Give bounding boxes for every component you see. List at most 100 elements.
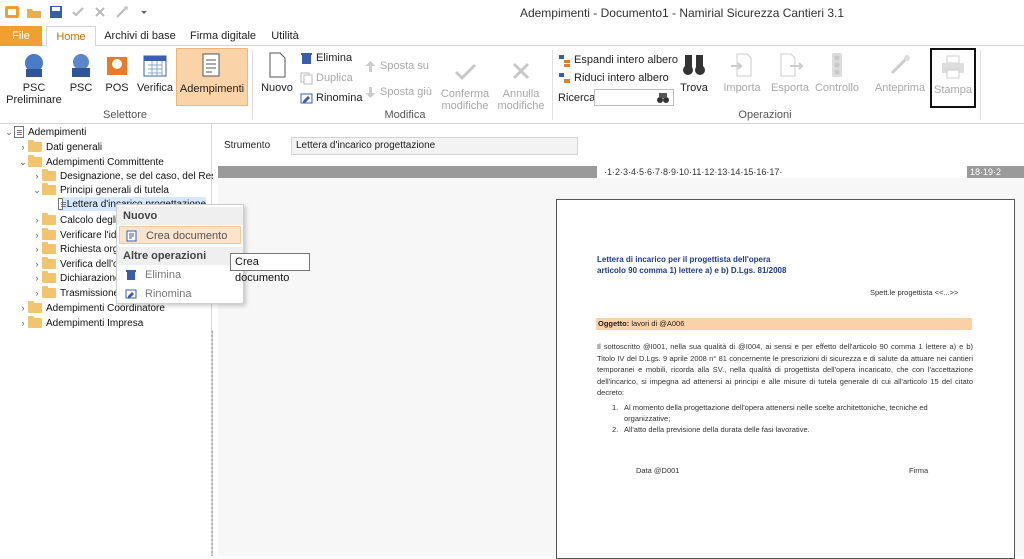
folder-icon [42,271,56,283]
chevron-right-icon[interactable]: › [32,273,42,283]
trova-button[interactable]: Trova [678,50,710,94]
stampa-button[interactable]: Stampa [930,48,976,108]
psc-preliminare-icon [19,50,49,80]
chevron-right-icon[interactable]: › [18,142,28,152]
psc-preliminare-button[interactable]: PSC Preliminare [6,50,62,106]
chevron-right-icon[interactable]: › [32,230,42,240]
strumento-label: Strumento [224,140,271,151]
calendar-icon [140,50,170,80]
tree-item-adempimenti[interactable]: ⌄ Adempimenti [4,125,86,139]
oggetto-label: Oggetto: [598,319,630,328]
sposta-su-label: Sposta su [380,60,429,72]
rinomina-button[interactable]: Rinomina [300,90,362,106]
chevron-right-icon[interactable]: › [18,303,28,313]
rinomina-label: Rinomina [316,92,363,104]
context-menu-rinomina[interactable]: Rinomina [119,285,241,303]
tree-item-calcolo[interactable]: › Calcolo degli [32,213,117,227]
elimina-button[interactable]: Elimina [300,50,352,66]
tree-item-principi-generali[interactable]: ⌄ Principi generali di tutela [32,183,169,197]
tree-label: Principi generali di tutela [60,184,169,196]
trash-icon [301,52,312,64]
arrow-up-icon [365,60,376,72]
folder-icon [42,213,56,225]
psc-button[interactable]: PSC [64,50,98,94]
doc-firma: Firma [909,466,929,475]
tab-utilita[interactable]: Utilità [268,26,302,46]
group-label-modifica: Modifica [384,109,426,121]
tree-label: Richiesta org [60,243,119,255]
duplica-button[interactable]: Duplica [300,70,353,86]
tree-label: Calcolo degli [60,214,118,226]
tab-home[interactable]: Home [46,26,96,47]
tree-item-verificare[interactable]: › Verificare l'ido [32,228,122,242]
adempimenti-button[interactable]: Adempimenti [176,48,248,106]
tree-item-verifica-dell[interactable]: › Verifica dell'o [32,257,119,271]
verifica-button[interactable]: Verifica [136,50,174,94]
espandi-albero-button[interactable]: Espandi intero albero [558,52,678,68]
chevron-right-icon[interactable]: › [32,259,42,269]
menu-item-label: Rinomina [145,288,192,300]
adempimenti-label: Adempimenti [179,83,245,95]
controllo-button[interactable]: Controllo [814,50,860,94]
binoculars-icon [679,50,709,80]
tab-archivi[interactable]: Archivi di base [104,26,176,46]
sposta-giu-button[interactable]: Sposta giù [364,84,432,100]
chevron-right-icon[interactable]: › [32,171,42,181]
ruler-ticks: ·1·2·3·4·5·6·7·8·9·10·11·12·13·14·15·16·… [604,167,783,177]
conferma-modifiche-button[interactable]: Conferma modifiche [438,56,492,112]
folder-icon [28,316,42,328]
importa-button[interactable]: Importa [720,50,764,94]
sposta-su-button[interactable]: Sposta su [364,58,429,74]
chevron-down-icon[interactable]: ⌄ [18,157,28,168]
traffic-light-icon [822,50,852,80]
folder-icon [42,228,56,240]
tree-label: Trasmissione [60,287,120,299]
tree-label: Dichiarazione [60,272,121,284]
psc-icon [66,50,96,80]
chevron-down-icon[interactable]: ⌄ [32,185,42,196]
printer-icon [938,52,968,82]
title-bar: Adempimenti - Documento1 - Namirial Sicu… [0,0,1024,26]
tree-item-adempimenti-committente[interactable]: ⌄ Adempimenti Committente [18,155,164,169]
tree-item-dichiarazione[interactable]: › Dichiarazione [32,271,121,285]
chevron-down-icon[interactable]: ⌄ [4,127,14,138]
annulla-modifiche-button[interactable]: Annulla modifiche [494,56,548,112]
chevron-right-icon[interactable]: › [32,215,42,225]
tree-item-adempimenti-impresa[interactable]: › Adempimenti Impresa [18,316,143,330]
tree-item-trasmissione[interactable]: › Trasmissione [32,286,119,300]
chevron-right-icon[interactable]: › [18,318,28,328]
chevron-right-icon[interactable]: › [32,288,42,298]
context-menu-crea-documento[interactable]: Crea documento [119,226,241,244]
tab-firma-digitale[interactable]: Firma digitale [186,26,260,46]
doc-title-line-2: articolo 90 comma 1) lettere a) e b) D.L… [597,266,787,275]
binoculars-small-icon[interactable] [656,91,670,105]
group-separator [552,50,553,120]
doc-title: Lettera di incarico per il progettista d… [597,254,786,276]
chevron-right-icon[interactable]: › [32,244,42,254]
anteprima-button[interactable]: Anteprima [874,50,926,94]
tree-label: Verifica dell'o [60,258,119,270]
doc-paragraph: Il sottoscritto @I001, nella sua qualità… [597,342,973,397]
tree-item-dati-generali[interactable]: › Dati generali [18,140,102,154]
pos-button[interactable]: POS [100,50,134,94]
pos-icon [102,50,132,80]
riduci-albero-button[interactable]: Riduci intero albero [558,70,669,86]
tree-item-designazione[interactable]: › Designazione, se del caso, del Respor [32,169,231,183]
window-title: Adempimenti - Documento1 - Namirial Sicu… [519,6,845,20]
folder-icon [42,286,56,298]
pos-label: POS [105,82,129,94]
sposta-giu-label: Sposta giù [380,86,432,98]
tree-item-richiesta[interactable]: › Richiesta org [32,242,118,256]
import-icon [727,50,757,80]
esporta-button[interactable]: Esporta [768,50,812,94]
tooltip: Crea documento [230,253,310,284]
nuovo-button[interactable]: Nuovo [258,50,296,94]
folder-icon [42,169,56,181]
doc-recipient: Spett.le progettista <<...>> [870,288,959,297]
doc-list: 1. Al momento della progettazione dell'op… [612,402,972,435]
strumento-field: Lettera d'incarico progettazione [291,137,578,155]
conferma-label-2: modifiche [441,100,489,112]
collapse-tree-icon [559,72,570,83]
context-menu-elimina[interactable]: Elimina [119,266,241,284]
tab-file[interactable]: File [0,26,42,46]
